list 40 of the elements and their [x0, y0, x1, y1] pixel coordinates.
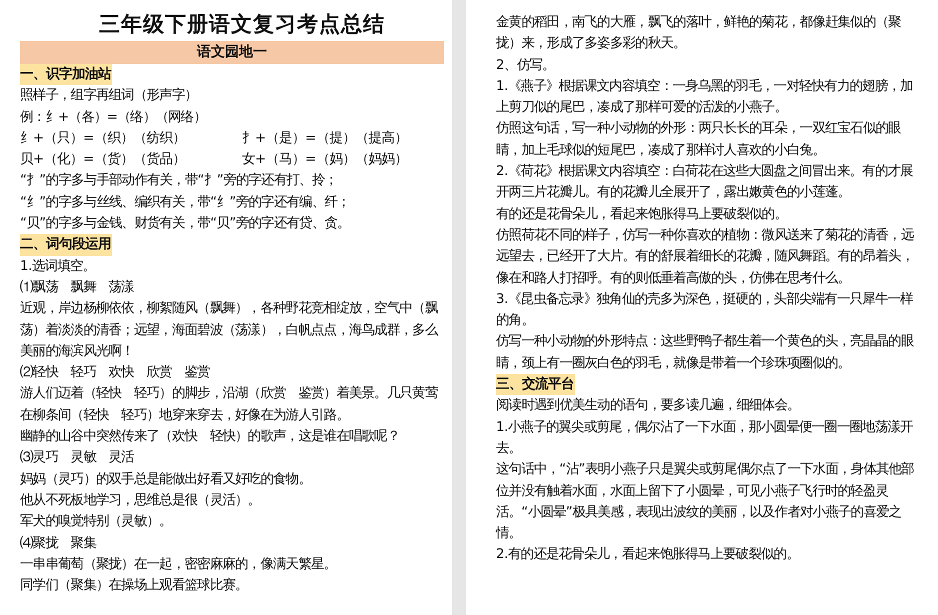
- section-heading: 一、识字加油站: [20, 64, 112, 86]
- paragraph: “贝”的字多与金钱、财货有关，带“贝”旁的字还有贷、贪。: [20, 214, 351, 234]
- text-line: 纟+（只）=（织）（纺织）: [20, 130, 186, 148]
- paragraph: ⑶灵巧 灵敏 灵活: [20, 448, 135, 468]
- chapter-banner: 语文园地一: [20, 41, 444, 64]
- section-heading: 三、交流平台: [496, 374, 575, 396]
- paragraph: 一串串葡萄（聚拢）在一起，密密麻麻的，像满天繁星。: [20, 556, 338, 574]
- paragraph: 1.选词填空。: [20, 258, 96, 276]
- paragraph: 1.小燕子的翼尖或剪尾，偶尔沾了一下水面，那小圆晕便一圈一圈地荡漾开去。: [496, 418, 914, 458]
- paragraph: 同学们（聚集）在操场上观看篮球比赛。: [20, 576, 249, 596]
- paragraph: 例：纟+（各）=（络）（网络）: [20, 108, 208, 127]
- paragraph: 游人们迈着（轻快 轻巧）的脚步，沿湖（欣赏 鉴赏）着美景。几只黄莺在柳条间（轻快 轻巧）地穿来穿去，好像在为游人引路。: [20, 384, 439, 425]
- text-line: 贝+（化）=（货）（货品）: [20, 151, 186, 170]
- paragraph: 近观，岸边杨柳依依，柳絮随风（飘舞），各种野花竞相绽放，空气中（飘荡）着淡淡的清香；远望，海面碧波（荡漾），白帆点点，海鸟成群，多么美丽的海滨风光啊！: [20, 300, 439, 361]
- paragraph: 照样子，组字再组词（形声字）: [20, 86, 198, 106]
- paragraph: 2.有的还是花骨朵儿，看起来饱胀得马上要破裂似的。: [496, 546, 800, 564]
- paragraph: 仿照这句话，写一种小动物的外形：两只长长的耳朵，一双红宝石似的眼睛，加上毛球似的短尾巴，凑成了那样讨人喜欢的小白兔。: [496, 120, 902, 160]
- paragraph: ⑵轻快 轻巧 欢快 欣赏 鉴赏: [20, 364, 211, 382]
- paragraph: “纟”的字多与丝线、编织有关，带“纟”旁的字还有编、纤；: [20, 194, 351, 212]
- paragraph: 1.《燕子》根据课文内容填空：一身乌黑的羽毛，一对轻快有力的翅膀，加上剪刀似的尾巴，凑成了那样可爱的活泼的小燕子。: [496, 78, 914, 118]
- text-line: 女+（马）=（妈）（妈妈）: [242, 151, 408, 170]
- paragraph: 幽静的山谷中突然传来了（欢快 轻快）的歌声，这是谁在唱歌呢？: [20, 428, 401, 446]
- paragraph: 这句话中，“沾”表明小燕子只是翼尖或剪尾偶尔点了一下水面，身体其他部位并没有触着水面，水面上留下了小圆晕，可见小燕子飞行时的轻盈灵活。“小圆晕”极具美感，表现出波纹的美丽，以及作者对小燕子的喜爱之情。: [496, 460, 915, 544]
- paragraph: 他从不死板地学习，思维总是很（灵活）。: [20, 492, 262, 510]
- paragraph: 仿写一种小动物的外形特点：这些野鸭子都生着一个黄色的头，亮晶晶的眼睛，颈上有一圈灰白色的羽毛，就像是带着一个珍珠项圈似的。: [496, 332, 915, 373]
- paragraph: ⑴飘荡 飘舞 荡漾: [20, 278, 135, 297]
- section-heading: 二、词句段运用: [20, 234, 112, 256]
- text-line: 扌+（是）=（提）（提高）: [242, 130, 408, 148]
- paragraph: 军犬的嗅觉特别（灵敏）。: [20, 513, 173, 532]
- document-title: 三年级下册语文复习考点总结: [99, 11, 385, 38]
- paragraph: 金黄的稻田，南飞的大雁，飘飞的落叶，鲜艳的菊花，都像赶集似的（聚拢）来，形成了多姿多彩的秋天。: [496, 14, 902, 54]
- paragraph: 仿照荷花不同的样子，仿写一种你喜欢的植物：微风送来了菊花的清香，远远望去，已经开了大片。有的舒展着细长的花瓣，随风舞蹈。有的昂着头，像在和路人打招呼。有的则低垂着高傲的头，仿佛在思考什么。: [496, 226, 915, 288]
- paragraph: 2.《荷花》根据课文内容填空：白荷花在这些大圆盘之间冒出来。有的才展开两三片花瓣儿。有的花瓣儿全展开了，露出嫩黄色的小莲蓬。: [496, 162, 914, 202]
- paragraph: 3.《昆虫备忘录》独角仙的壳多为深色，挺硬的，头部尖端有一只犀牛一样的角。: [496, 290, 914, 330]
- paragraph: 2、仿写。: [496, 56, 556, 75]
- paragraph: 妈妈（灵巧）的双手总是能做出好看又好吃的食物。: [20, 470, 312, 489]
- paragraph: 有的还是花骨朵儿，看起来饱胀得马上要破裂似的。: [496, 206, 788, 224]
- paragraph: “扌”的字多与手部动作有关，带“扌”旁的字还有打、拎；: [20, 172, 338, 190]
- paragraph: 阅读时遇到优美生动的语句，要多读几遍，细细体会。: [496, 396, 801, 416]
- paragraph: ⑷聚拢 聚集: [20, 534, 98, 553]
